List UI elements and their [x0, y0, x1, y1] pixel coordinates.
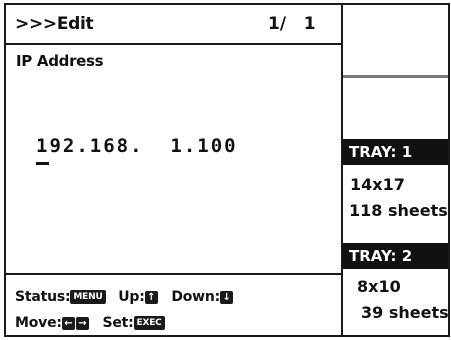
tray-1-film-size: 14x17	[350, 175, 405, 194]
down-arrow-icon[interactable]: ↓	[220, 291, 234, 304]
up-arrow-icon[interactable]: ↑	[144, 291, 158, 304]
up-label: Up:	[118, 289, 145, 305]
down-label: Down:	[171, 289, 221, 305]
tray-2-header: TRAY: 2	[343, 243, 448, 269]
page-counter: 1/ 1	[268, 14, 316, 34]
title-bar: >>>Edit 1/ 1	[6, 5, 341, 45]
help-line-2: Move: ← → Set: EXEC	[15, 315, 173, 331]
tray-2-sheet-count: 39 sheets	[361, 303, 449, 322]
help-down: Down: ↓	[171, 289, 234, 305]
tray-1-header: TRAY: 1	[343, 139, 448, 165]
lcd-screen: >>>Edit 1/ 1 IP Address 192.168. 1.100 S…	[4, 3, 450, 337]
menu-key[interactable]: MENU	[70, 290, 106, 304]
status-blank-area	[343, 5, 448, 78]
tray-1-sheet-count: 118 sheets	[349, 201, 448, 220]
edit-panel: >>>Edit 1/ 1 IP Address 192.168. 1.100 S…	[6, 5, 343, 335]
edit-cursor	[36, 162, 49, 165]
move-label: Move:	[15, 315, 62, 331]
page-title: >>>Edit	[15, 14, 94, 34]
left-arrow-icon[interactable]: ←	[61, 317, 75, 330]
ip-address-input[interactable]: 192.168. 1.100	[36, 135, 238, 157]
help-up: Up: ↑	[118, 289, 158, 305]
help-move: Move: ← →	[15, 315, 90, 331]
tray-2-film-size: 8x10	[357, 277, 401, 296]
help-line-1: Status: MENU Up: ↑ Down: ↓	[15, 289, 242, 305]
help-status: Status: MENU	[15, 289, 106, 305]
set-label: Set:	[102, 315, 134, 331]
status-label: Status:	[15, 289, 71, 305]
right-arrow-icon[interactable]: →	[75, 317, 89, 330]
tray-status-panel: TRAY: 1 14x17 118 sheets TRAY: 2 8x10 39…	[343, 5, 449, 335]
exec-key[interactable]: EXEC	[133, 316, 165, 330]
ip-address-label: IP Address	[16, 52, 104, 70]
key-help-area: Status: MENU Up: ↑ Down: ↓ Move: ← → Set: EXEC	[6, 273, 341, 335]
help-set: Set: EXEC	[102, 315, 165, 331]
